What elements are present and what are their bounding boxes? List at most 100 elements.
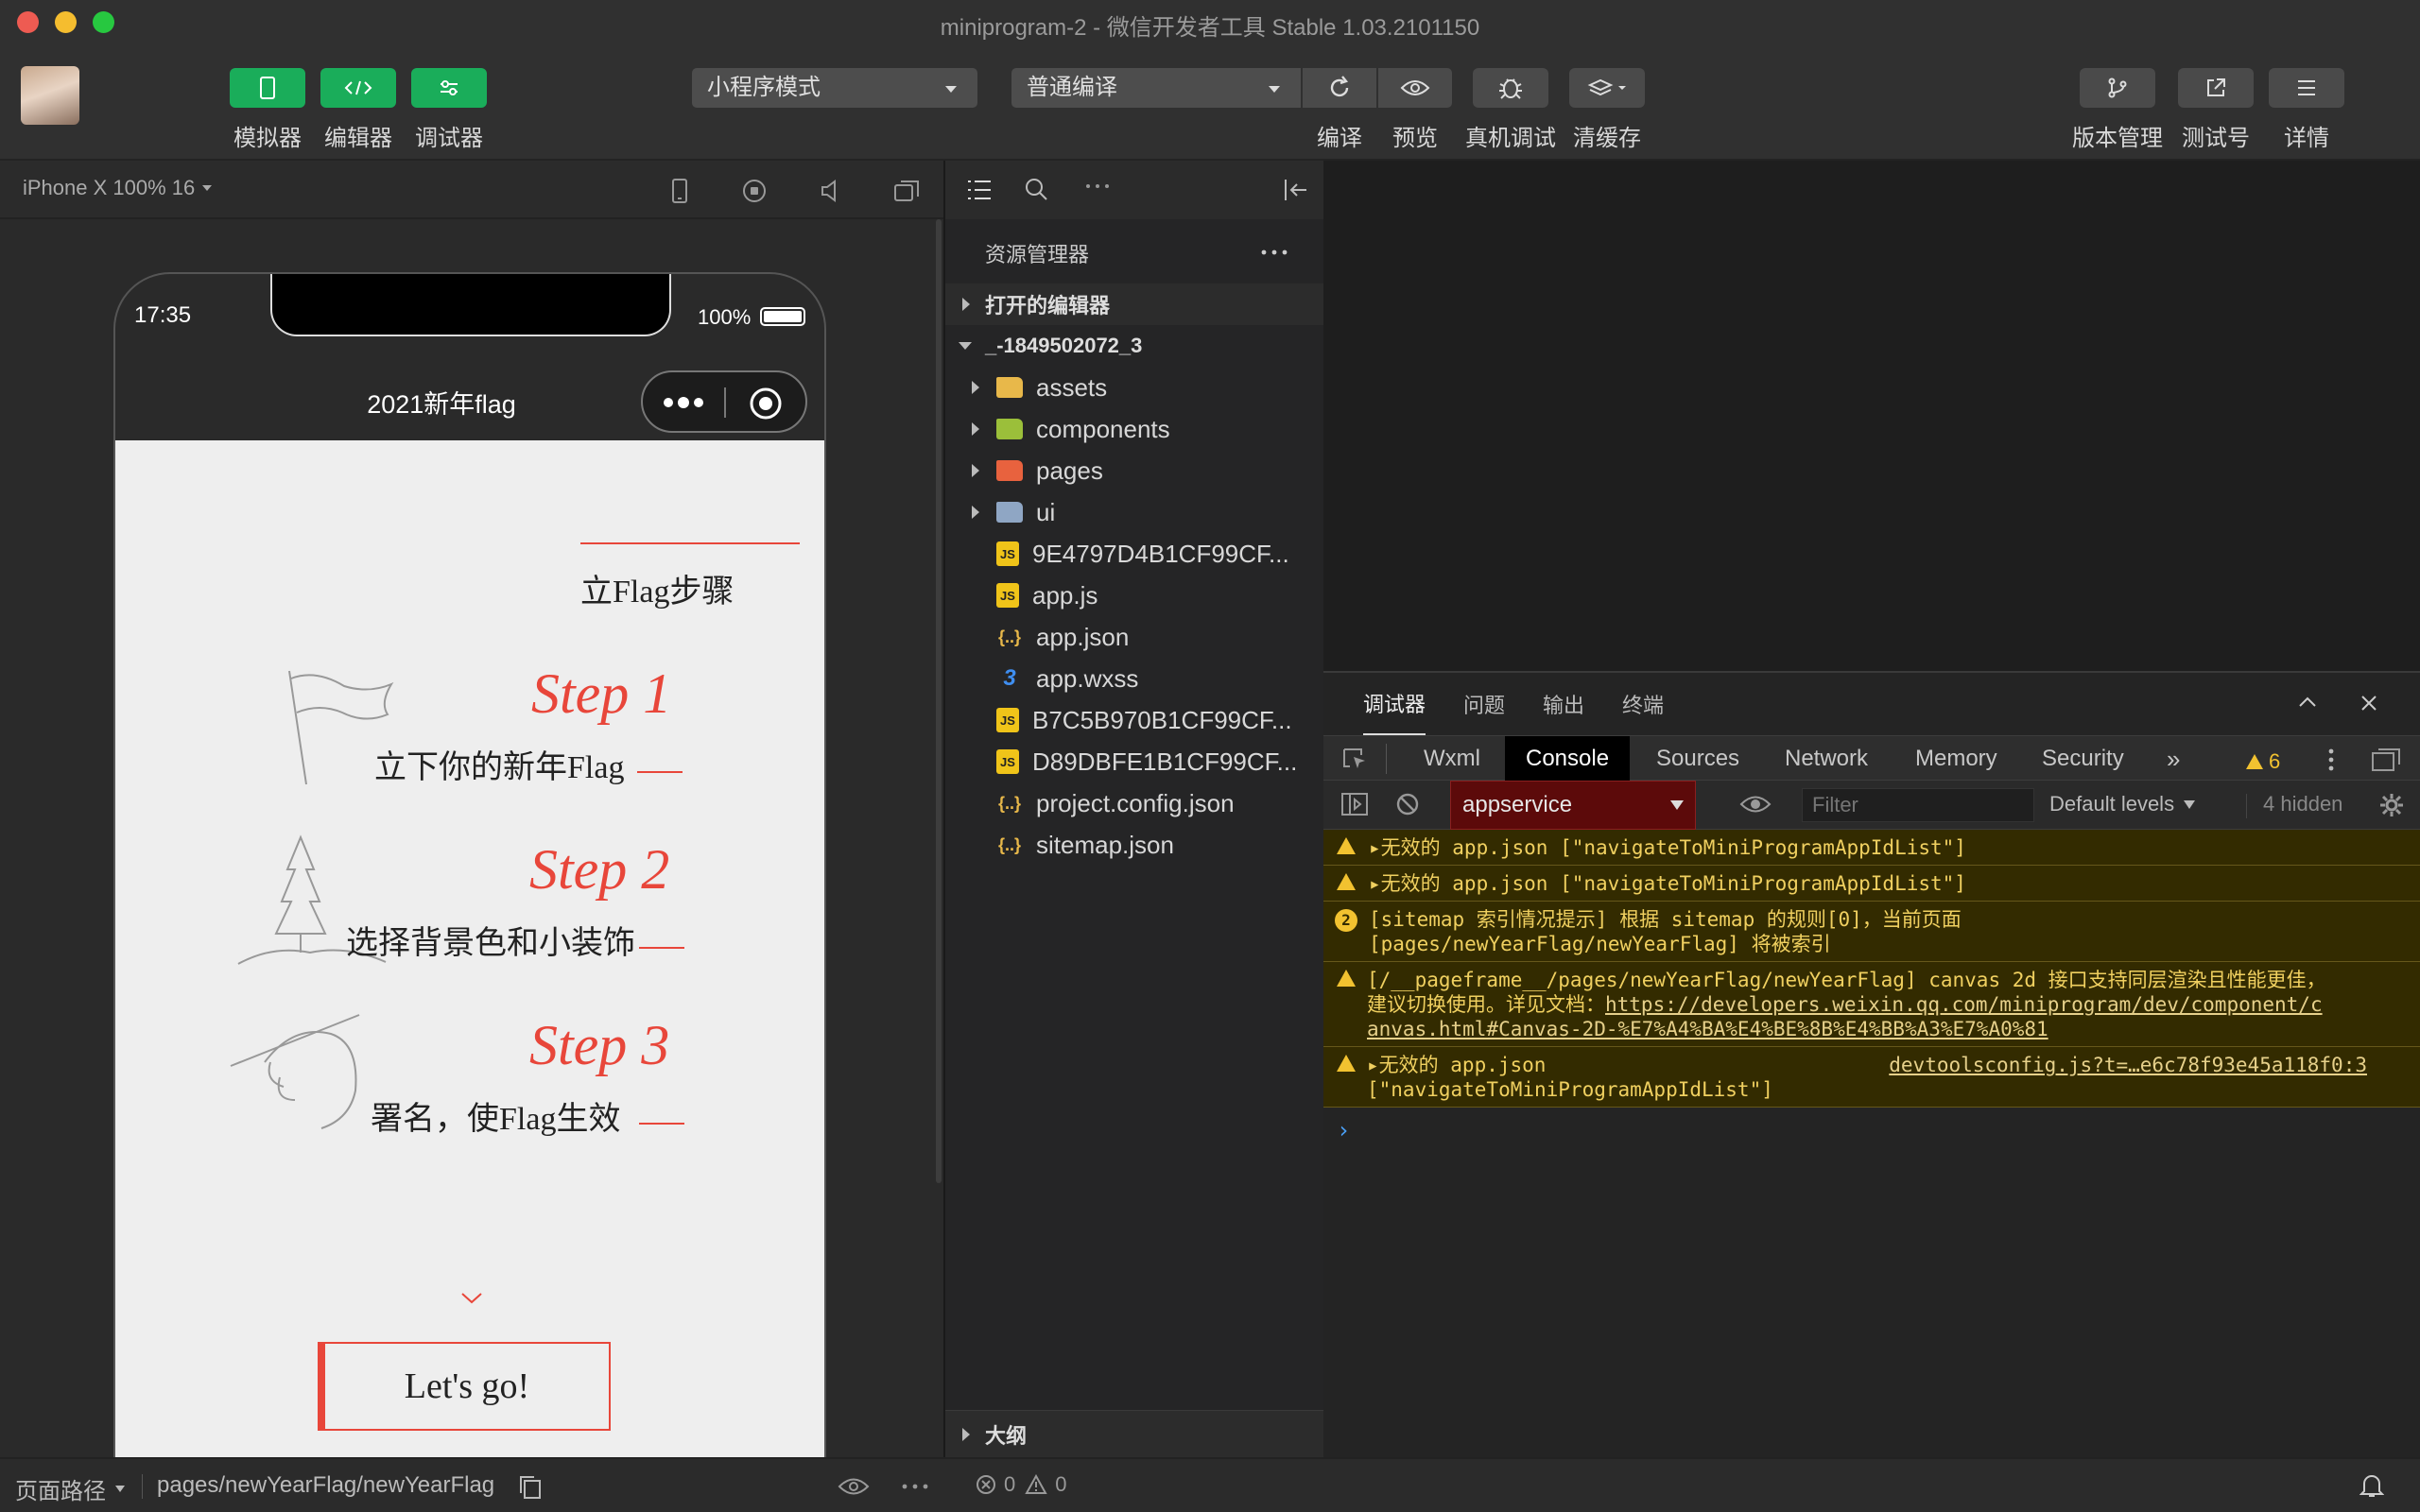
console-message[interactable]: 2 [sitemap 索引情况提示] 根据 sitemap 的规则[0]，当前页… [1323, 902, 2420, 962]
version-button[interactable] [2080, 68, 2155, 108]
compile-select[interactable]: 普通编译 [1011, 68, 1301, 108]
warning-count: 6 [2269, 749, 2281, 773]
debugger-button[interactable] [411, 68, 487, 108]
console-message[interactable]: ▸无效的 app.json ["navigateToMiniProgramApp… [1323, 1047, 2420, 1108]
tab-terminal[interactable]: 终端 [1622, 673, 1664, 735]
compile-button[interactable] [1303, 68, 1376, 108]
console-message[interactable]: ▸无效的 app.json ["navigateToMiniProgramApp… [1323, 866, 2420, 902]
file-item[interactable]: {..} app.json [945, 616, 1323, 658]
device-select[interactable]: iPhone X 100% 16 [23, 176, 213, 200]
eye-icon[interactable] [838, 1476, 870, 1497]
editor-button[interactable] [320, 68, 396, 108]
preview-button[interactable] [1378, 68, 1452, 108]
file-item[interactable]: JS B7C5B970B1CF99CF... [945, 699, 1323, 741]
tab-memory[interactable]: Memory [1894, 736, 2018, 782]
json-file-icon: {..} [997, 834, 1021, 854]
device-icon[interactable] [669, 178, 690, 204]
file-name: D89DBFE1B1CF99CF... [1032, 747, 1298, 776]
folder-item[interactable]: ui [945, 491, 1323, 533]
live-expression-eye-icon[interactable] [1739, 794, 1772, 815]
more-icon[interactable] [902, 1482, 928, 1491]
volume-icon[interactable] [819, 178, 843, 204]
console-prompt[interactable]: › [1337, 1117, 1350, 1143]
details-button[interactable] [2269, 68, 2344, 108]
clear-cache-label: 清缓存 [1573, 126, 1641, 151]
record-icon[interactable] [741, 178, 768, 204]
new-window-icon[interactable] [892, 178, 921, 204]
more-tabs-icon[interactable]: » [2146, 736, 2201, 782]
chevron-down-icon[interactable] [459, 1291, 484, 1306]
tab-output[interactable]: 输出 [1543, 673, 1584, 735]
list-icon[interactable] [966, 178, 993, 202]
page-path: pages/newYearFlag/newYearFlag [157, 1472, 495, 1498]
close-icon[interactable] [2360, 694, 2378, 713]
file-item[interactable]: 3 app.wxss [945, 658, 1323, 699]
lets-go-button[interactable]: Let's go! [318, 1342, 611, 1431]
test-account-button[interactable] [2178, 68, 2254, 108]
folder-icon [996, 377, 1023, 398]
explorer-more-icon[interactable] [1261, 248, 1288, 257]
test-account-label: 测试号 [2182, 126, 2250, 151]
mode-select[interactable]: 小程序模式 [692, 68, 977, 108]
dock-icon[interactable] [2371, 747, 2401, 772]
console-filter-input[interactable] [1802, 788, 2034, 822]
sidebar-toggle-icon[interactable] [1340, 792, 1369, 816]
project-root[interactable]: _-1849502072_3 [945, 325, 1323, 367]
bell-icon[interactable] [2360, 1472, 2384, 1499]
collapse-panel-icon[interactable] [1282, 178, 1310, 202]
file-item[interactable]: JS app.js [945, 575, 1323, 616]
gear-icon[interactable] [2378, 792, 2405, 818]
page-path-select[interactable]: 页面路径 [15, 1472, 125, 1505]
levels-select[interactable]: Default levels [2049, 792, 2196, 816]
open-editors-section[interactable]: 打开的编辑器 [945, 284, 1323, 325]
console-message[interactable]: [/__pageframe__/pages/newYearFlag/newYea… [1323, 962, 2420, 1047]
doc-link[interactable]: https://developers.weixin.qq.com/minipro… [1605, 993, 2323, 1016]
editor-area[interactable] [1323, 161, 2420, 671]
file-item[interactable]: JS 9E4797D4B1CF99CF... [945, 533, 1323, 575]
simulator-button[interactable] [230, 68, 305, 108]
warning-badge[interactable]: 6 [2246, 749, 2280, 774]
window-title: miniprogram-2 - 微信开发者工具 Stable 1.03.2101… [940, 15, 1480, 41]
problems-summary[interactable]: 0 0 [976, 1472, 1067, 1497]
file-item[interactable]: {..} sitemap.json [945, 824, 1323, 866]
kebab-menu-icon[interactable] [2327, 747, 2335, 772]
outline-section[interactable]: 大纲 [945, 1410, 1323, 1457]
context-select[interactable]: appservice [1450, 781, 1696, 830]
more-icon[interactable] [1085, 181, 1110, 191]
source-link[interactable]: devtoolsconfig.js?t=…e6c78f93e45a118f0:3 [1889, 1053, 2367, 1077]
file-name: app.wxss [1036, 663, 1139, 693]
console-message-text: ▸无效的 app.json ["navigateToMiniProgramApp… [1369, 872, 1966, 895]
remote-debug-button[interactable] [1473, 68, 1548, 108]
tab-security[interactable]: Security [2021, 736, 2145, 782]
inspect-icon[interactable] [1342, 747, 1369, 772]
console-message[interactable]: ▸无效的 app.json ["navigateToMiniProgramApp… [1323, 830, 2420, 866]
copy-icon[interactable] [518, 1474, 543, 1501]
tab-network[interactable]: Network [1764, 736, 1889, 782]
folder-item[interactable]: assets [945, 367, 1323, 408]
doc-link-continued[interactable]: anvas.html#Canvas-2D-%E7%A4%BA%E4%BE%8B%… [1367, 1017, 2420, 1041]
file-explorer: 资源管理器 打开的编辑器 _-1849502072_3 assets compon… [943, 161, 1325, 1457]
js-file-icon: JS [996, 708, 1019, 732]
clear-cache-button[interactable] [1569, 68, 1645, 108]
hand-pen-illustration [230, 1014, 360, 1129]
tab-sources[interactable]: Sources [1635, 736, 1760, 782]
folder-item[interactable]: pages [945, 450, 1323, 491]
js-file-icon: JS [996, 541, 1019, 566]
capsule-menu[interactable] [641, 370, 807, 433]
simulator-scrollbar[interactable] [936, 219, 942, 1183]
close-miniprogram-icon[interactable] [749, 387, 783, 421]
search-icon[interactable] [1023, 176, 1049, 202]
avatar[interactable] [21, 66, 79, 125]
tab-problems[interactable]: 问题 [1463, 673, 1505, 735]
chevron-up-icon[interactable] [2297, 696, 2318, 709]
tab-wxml[interactable]: Wxml [1403, 736, 1501, 782]
more-dots-icon[interactable] [662, 393, 705, 412]
file-name: app.js [1032, 580, 1098, 610]
file-item[interactable]: {..} project.config.json [945, 782, 1323, 824]
folder-item[interactable]: components [945, 408, 1323, 450]
file-item[interactable]: JS D89DBFE1B1CF99CF... [945, 741, 1323, 782]
refresh-icon [1330, 76, 1349, 97]
tab-console[interactable]: Console [1505, 736, 1631, 782]
clear-console-icon[interactable] [1395, 792, 1420, 816]
tab-debugger[interactable]: 调试器 [1363, 673, 1426, 735]
